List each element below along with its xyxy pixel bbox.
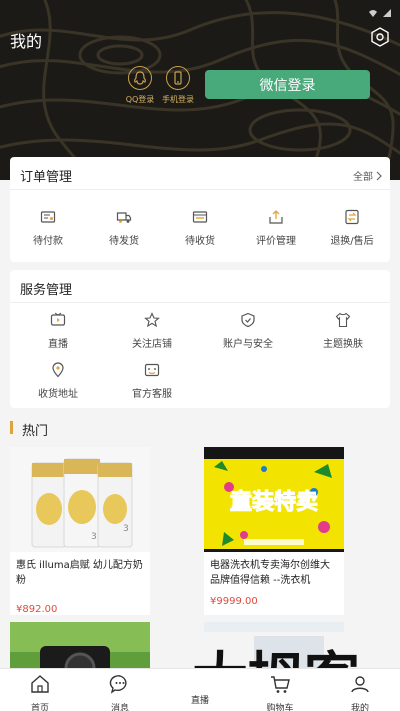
service-item-address[interactable]: 收货地址 bbox=[20, 362, 96, 400]
divider bbox=[10, 189, 390, 190]
tab-label: 消息 bbox=[110, 704, 129, 711]
product-price: ¥892.00 bbox=[16, 604, 58, 615]
settings-icon bbox=[371, 27, 389, 47]
wechat-login-button[interactable]: 微信登录 bbox=[205, 70, 370, 99]
svg-text:3: 3 bbox=[91, 532, 97, 542]
chevron-right-icon bbox=[376, 171, 382, 180]
order-item-to-receive[interactable]: 待收货 bbox=[162, 209, 238, 247]
order-item-after-sales[interactable]: 退换/售后 bbox=[314, 209, 390, 247]
home-icon bbox=[31, 675, 49, 693]
order-item-label: 待收货 bbox=[185, 236, 215, 247]
shirt-icon bbox=[335, 312, 351, 328]
tab-cart[interactable]: 购物车 bbox=[250, 673, 310, 711]
service-item-label: 账户与安全 bbox=[223, 339, 273, 350]
order-item-to-ship[interactable]: 待发货 bbox=[86, 209, 162, 247]
product-card[interactable]: 3 3 惠氏 illuma启赋 幼儿配方奶粉 ¥892.00 bbox=[10, 447, 150, 615]
tab-profile[interactable]: 我的 bbox=[330, 673, 390, 711]
order-item-label: 评价管理 bbox=[256, 236, 296, 247]
service-item-live[interactable]: 直播 bbox=[20, 312, 96, 350]
profile-header: 我的 QQ登录 手机登录 微信登录 bbox=[0, 0, 400, 180]
settings-button[interactable] bbox=[370, 27, 390, 47]
order-item-pending-payment[interactable]: 待付款 bbox=[10, 209, 86, 247]
signal-icon bbox=[382, 3, 392, 17]
order-item-reviews[interactable]: 评价管理 bbox=[238, 209, 314, 247]
qq-icon bbox=[128, 66, 152, 90]
service-item-customer-service[interactable]: 官方客服 bbox=[114, 362, 190, 400]
phone-icon bbox=[166, 66, 190, 90]
location-icon bbox=[52, 362, 64, 378]
truck-icon bbox=[116, 212, 132, 223]
product-card[interactable] bbox=[10, 622, 150, 668]
order-management-card: 订单管理 全部 待付款 待发货 待收货 评价管理 退换/售后 bbox=[10, 157, 390, 262]
all-orders-label: 全部 bbox=[353, 172, 373, 183]
hot-accent-bar bbox=[10, 421, 13, 434]
inbox-icon bbox=[192, 211, 208, 223]
service-item-account-security[interactable]: 账户与安全 bbox=[210, 312, 286, 350]
all-orders-link[interactable]: 全部 bbox=[353, 168, 382, 183]
wifi-icon bbox=[368, 3, 378, 17]
service-icon bbox=[144, 363, 160, 377]
service-management-card: 服务管理 直播 关注店铺 账户与安全 主题换肤 收货地址 官方客服 bbox=[10, 270, 390, 408]
product-image-formula: 3 3 bbox=[10, 447, 150, 552]
order-item-label: 待付款 bbox=[33, 236, 63, 247]
profile-icon bbox=[351, 676, 369, 693]
service-item-label: 关注店铺 bbox=[132, 339, 172, 350]
divider bbox=[10, 302, 390, 303]
service-item-followed-shops[interactable]: 关注店铺 bbox=[114, 312, 190, 350]
product-card[interactable]: 童装特卖 电器洗衣机专卖海尔创维大品牌值得信赖 --洗衣机 ¥9999.00 bbox=[204, 447, 344, 615]
service-item-label: 官方客服 bbox=[132, 389, 172, 400]
tab-label: 首页 bbox=[30, 704, 49, 711]
service-item-theme-skin[interactable]: 主题换肤 bbox=[305, 312, 381, 350]
tab-label: 我的 bbox=[350, 704, 369, 711]
star-icon bbox=[144, 312, 160, 328]
phone-login-label: 手机登录 bbox=[162, 95, 194, 104]
shield-icon bbox=[241, 312, 255, 328]
tab-live[interactable]: 直播 bbox=[170, 691, 230, 706]
banner-text: 童装特卖 bbox=[230, 489, 318, 515]
message-icon bbox=[109, 675, 127, 694]
product-image-camera bbox=[10, 622, 150, 668]
service-item-label: 主题换肤 bbox=[323, 339, 363, 350]
order-item-label: 退换/售后 bbox=[330, 236, 374, 247]
refund-icon bbox=[345, 209, 359, 225]
hot-section-title: 热门 bbox=[22, 424, 49, 439]
order-section-title: 订单管理 bbox=[20, 170, 73, 185]
tab-label: 购物车 bbox=[266, 704, 294, 711]
product-image-banner: 童装特卖 bbox=[204, 447, 344, 552]
review-icon bbox=[269, 210, 283, 224]
wallet-icon bbox=[40, 211, 56, 223]
cart-icon bbox=[271, 676, 290, 693]
order-item-label: 待发货 bbox=[109, 236, 139, 247]
service-item-label: 收货地址 bbox=[38, 389, 78, 400]
product-name: 惠氏 illuma启赋 幼儿配方奶粉 bbox=[16, 560, 143, 586]
product-name: 电器洗衣机专卖海尔创维大品牌值得信赖 --洗衣机 bbox=[210, 560, 330, 586]
tab-messages[interactable]: 消息 bbox=[90, 673, 150, 711]
tv-icon bbox=[50, 312, 66, 326]
tab-label: 直播 bbox=[190, 696, 209, 706]
tab-home[interactable]: 首页 bbox=[10, 673, 70, 711]
svg-text:3: 3 bbox=[123, 524, 129, 534]
service-section-title: 服务管理 bbox=[20, 283, 73, 298]
bottom-tab-bar: 首页 消息 直播 购物车 我的 bbox=[0, 668, 400, 711]
page-title: 我的 bbox=[10, 32, 43, 51]
phone-login-button[interactable]: 手机登录 bbox=[158, 66, 198, 105]
product-price: ¥9999.00 bbox=[210, 596, 258, 607]
service-item-label: 直播 bbox=[48, 339, 68, 350]
status-bar bbox=[0, 0, 400, 18]
